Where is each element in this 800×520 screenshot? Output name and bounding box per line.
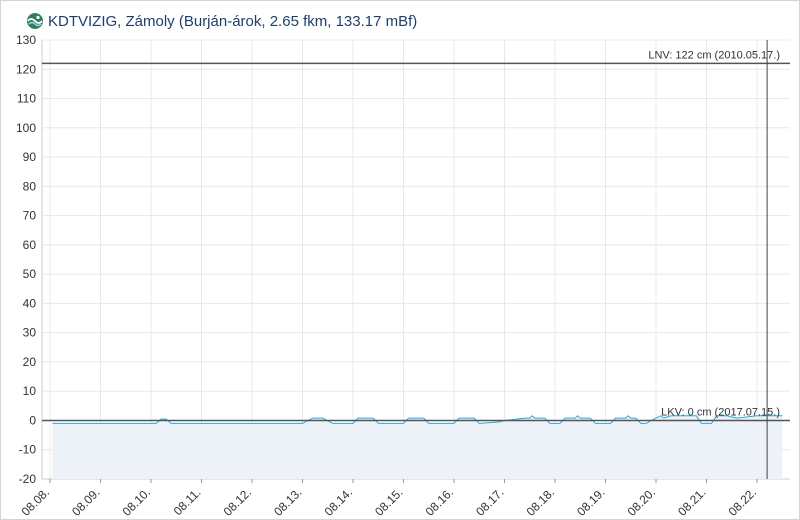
x-tick-label: 08.14. xyxy=(322,485,355,518)
lnv-reference-label: LNV: 122 cm (2010.05.17.) xyxy=(648,49,780,61)
x-tick-label: 08.20. xyxy=(625,485,658,518)
x-tick-label: 08.11. xyxy=(171,485,204,518)
y-tick-label: 70 xyxy=(23,209,37,223)
y-tick-label: 90 xyxy=(23,150,37,164)
x-tick-label: 08.21. xyxy=(675,485,708,518)
x-tick-label: 08.22. xyxy=(726,485,759,518)
x-tick-label: 08.08. xyxy=(19,485,52,518)
y-tick-label: 130 xyxy=(16,33,36,47)
x-tick-label: 08.12. xyxy=(221,485,254,518)
x-tick-label: 08.19. xyxy=(574,485,607,518)
area-layer xyxy=(52,415,783,479)
reference-lines: LNV: 122 cm (2010.05.17.) LKV: 0 cm (2017… xyxy=(42,40,790,479)
x-tick-label: 08.15. xyxy=(372,485,405,518)
y-tick-label: 100 xyxy=(16,121,36,135)
y-tick-label: 20 xyxy=(23,355,37,369)
x-tick-label: 08.10. xyxy=(120,485,153,518)
lkv-reference-label: LKV: 0 cm (2017.07.15.) xyxy=(661,406,780,418)
y-axis: -20 -10 0 10 20 30 40 50 60 70 80 90 100 110 120 130 xyxy=(16,33,36,486)
y-tick-label: 80 xyxy=(23,179,37,193)
y-tick-label: -20 xyxy=(19,472,37,486)
y-tick-label: 30 xyxy=(23,326,37,340)
x-tick-label: 08.16. xyxy=(423,485,456,518)
y-tick-label: 60 xyxy=(23,238,37,252)
series-area xyxy=(52,415,783,479)
y-tick-label: 120 xyxy=(16,62,36,76)
water-level-chart: LNV: 122 cm (2010.05.17.) LKV: 0 cm (2017… xyxy=(16,33,790,519)
x-axis: 08.08. 08.09. 08.10. 08.11. 08.12. 08.13. 08.1… xyxy=(19,479,759,519)
y-tick-label: -10 xyxy=(19,443,37,457)
y-tick-label: 110 xyxy=(17,92,36,106)
x-tick-label: 08.13. xyxy=(271,485,304,518)
x-tick-label: 08.18. xyxy=(524,485,557,518)
y-tick-label: 50 xyxy=(23,267,37,281)
y-tick-label: 40 xyxy=(23,296,37,310)
x-tick-label: 08.17. xyxy=(473,485,506,518)
y-tick-label: 10 xyxy=(23,384,37,398)
y-tick-label: 0 xyxy=(29,413,36,427)
x-tick-label: 08.09. xyxy=(69,485,102,518)
